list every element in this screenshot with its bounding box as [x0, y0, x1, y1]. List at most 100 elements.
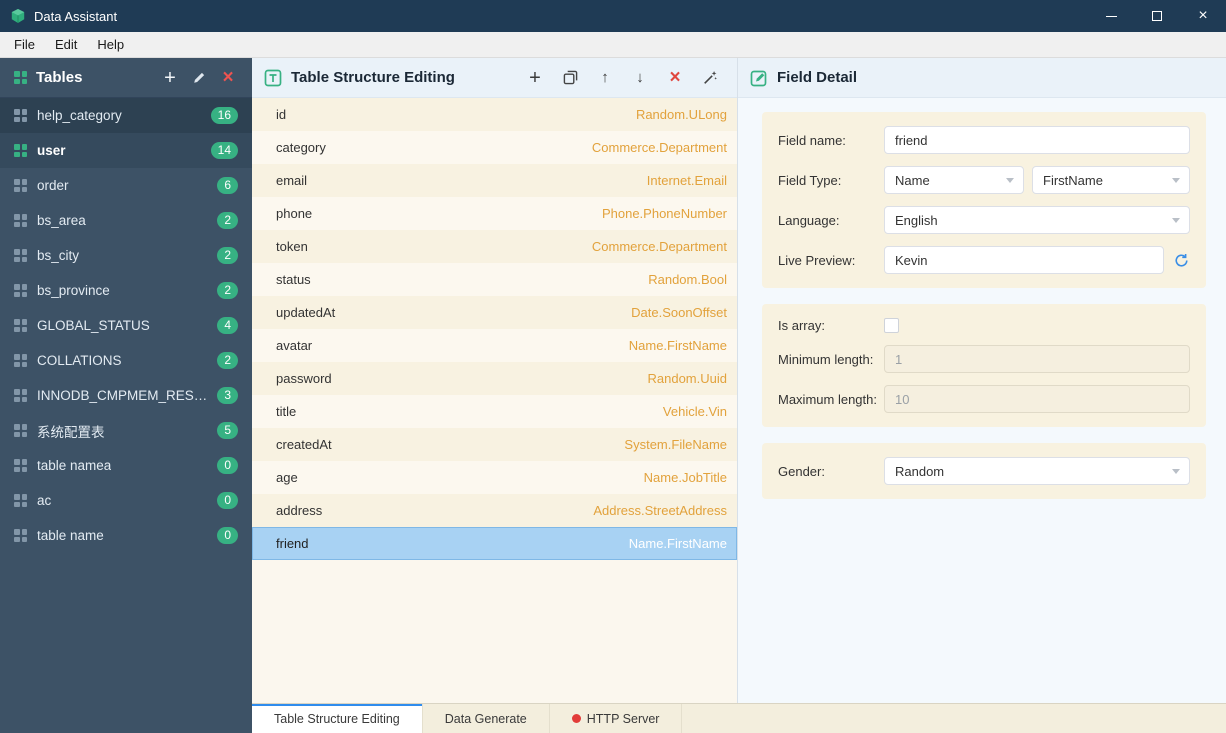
add-table-button[interactable]: +: [160, 68, 180, 88]
menu-edit[interactable]: Edit: [45, 32, 87, 58]
app-title: Data Assistant: [34, 8, 118, 24]
add-field-button[interactable]: +: [526, 68, 544, 88]
table-list-item[interactable]: GLOBAL_STATUS 4: [0, 308, 252, 343]
field-type: Address.StreetAddress: [593, 503, 727, 518]
field-name: phone: [276, 206, 313, 221]
table-count-badge: 2: [217, 247, 238, 264]
max-length-input: [884, 385, 1190, 413]
move-up-button[interactable]: ↑: [596, 69, 614, 87]
app-logo-icon: [10, 8, 26, 24]
field-detail-icon: [750, 69, 768, 87]
titlebar: Data Assistant ×: [0, 0, 1226, 32]
array-config-section: Is array: Minimum length: 1 Maximum leng…: [762, 304, 1206, 427]
field-type: Internet.Email: [646, 173, 727, 188]
table-grid-icon: [14, 319, 27, 332]
field-name: address: [276, 503, 323, 518]
app-window: Data Assistant × File Edit Help Tables +…: [0, 0, 1226, 733]
language-select[interactable]: English: [884, 206, 1190, 234]
field-row[interactable]: updatedAt Date.SoonOffset: [252, 296, 737, 329]
field-row[interactable]: status Random.Bool: [252, 263, 737, 296]
table-count-badge: 0: [217, 527, 238, 544]
table-item-label: GLOBAL_STATUS: [37, 318, 150, 333]
table-count-badge: 14: [210, 142, 238, 159]
table-count-badge: 2: [217, 282, 238, 299]
table-list-item[interactable]: COLLATIONS 2: [0, 343, 252, 378]
table-list-item[interactable]: bs_area 2: [0, 203, 252, 238]
delete-field-button[interactable]: ×: [666, 68, 684, 87]
table-list-item[interactable]: 系统配置表 5: [0, 413, 252, 448]
table-grid-icon: [14, 249, 27, 262]
delete-table-button[interactable]: ×: [218, 68, 238, 88]
bottom-tab[interactable]: HTTP Server: [550, 704, 683, 733]
field-row[interactable]: id Random.ULong: [252, 98, 737, 131]
menu-file[interactable]: File: [4, 32, 45, 58]
table-count-badge: 3: [217, 387, 238, 404]
field-type: Commerce.Department: [591, 239, 727, 254]
gender-label: Gender:: [778, 463, 825, 479]
table-count-badge: 6: [217, 177, 238, 194]
table-count-badge: 0: [217, 457, 238, 474]
field-type: Name.FirstName: [628, 536, 727, 551]
field-name: updatedAt: [276, 305, 336, 320]
maximize-icon: [1152, 11, 1162, 21]
field-row[interactable]: email Internet.Email: [252, 164, 737, 197]
field-row[interactable]: phone Phone.PhoneNumber: [252, 197, 737, 230]
move-down-button[interactable]: ↓: [631, 69, 649, 87]
table-list-item[interactable]: bs_province 2: [0, 273, 252, 308]
menu-help[interactable]: Help: [87, 32, 134, 58]
table-list-item[interactable]: table name 0: [0, 518, 252, 553]
is-array-checkbox[interactable]: [884, 318, 899, 333]
field-row[interactable]: address Address.StreetAddress: [252, 494, 737, 527]
field-row[interactable]: token Commerce.Department: [252, 230, 737, 263]
gender-select[interactable]: Random: [884, 457, 1190, 485]
field-name-input[interactable]: [884, 126, 1190, 154]
bottom-tab[interactable]: Table Structure Editing: [252, 704, 423, 733]
bottom-tab[interactable]: Data Generate: [423, 704, 550, 733]
field-type: Date.SoonOffset: [631, 305, 727, 320]
table-grid-icon: [14, 109, 27, 122]
live-preview-input[interactable]: [884, 246, 1164, 274]
field-row[interactable]: avatar Name.FirstName: [252, 329, 737, 362]
table-list-item[interactable]: bs_city 2: [0, 238, 252, 273]
table-grid-icon: [14, 424, 27, 437]
table-list-item[interactable]: INNODB_CMPMEM_RESET 3: [0, 378, 252, 413]
field-type: Random.ULong: [635, 107, 727, 122]
field-type: Vehicle.Vin: [662, 404, 727, 419]
tab-label: HTTP Server: [586, 711, 660, 726]
field-name: status: [276, 272, 311, 287]
field-row[interactable]: createdAt System.FileName: [252, 428, 737, 461]
field-row[interactable]: password Random.Uuid: [252, 362, 737, 395]
field-row[interactable]: age Name.JobTitle: [252, 461, 737, 494]
close-button[interactable]: ×: [1180, 0, 1226, 32]
menubar: File Edit Help: [0, 32, 1226, 58]
field-name: createdAt: [276, 437, 332, 452]
gender-section: Gender: Random: [762, 443, 1206, 499]
refresh-button[interactable]: [1172, 251, 1190, 269]
duplicate-field-button[interactable]: [561, 69, 579, 87]
table-count-badge: 4: [217, 317, 238, 334]
magic-wand-button[interactable]: [701, 69, 719, 87]
field-type: Random.Uuid: [647, 371, 728, 386]
field-row[interactable]: title Vehicle.Vin: [252, 395, 737, 428]
field-list: id Random.ULong category Commerce.Depart…: [252, 98, 737, 703]
table-list-item[interactable]: table namea 0: [0, 448, 252, 483]
detail-title: Field Detail: [777, 69, 858, 86]
table-list-item[interactable]: user 14: [0, 133, 252, 168]
table-item-label: bs_area: [37, 213, 86, 228]
table-item-label: bs_province: [37, 283, 110, 298]
table-count-badge: 16: [210, 107, 238, 124]
table-list-item[interactable]: ac 0: [0, 483, 252, 518]
field-type: Random.Bool: [648, 272, 727, 287]
detail-body: Field name: Field Type: Name: [738, 98, 1226, 703]
field-row[interactable]: friend Name.FirstName: [252, 527, 737, 560]
field-type-select[interactable]: Name: [884, 166, 1024, 194]
field-row[interactable]: category Commerce.Department: [252, 131, 737, 164]
minimize-button[interactable]: [1088, 0, 1134, 32]
maximize-button[interactable]: [1134, 0, 1180, 32]
edit-table-button[interactable]: [189, 68, 209, 88]
table-list-item[interactable]: help_category 16: [0, 98, 252, 133]
field-subtype-select[interactable]: FirstName: [1032, 166, 1190, 194]
table-list-item[interactable]: order 6: [0, 168, 252, 203]
table-item-label: COLLATIONS: [37, 353, 122, 368]
table-item-label: user: [37, 143, 66, 158]
